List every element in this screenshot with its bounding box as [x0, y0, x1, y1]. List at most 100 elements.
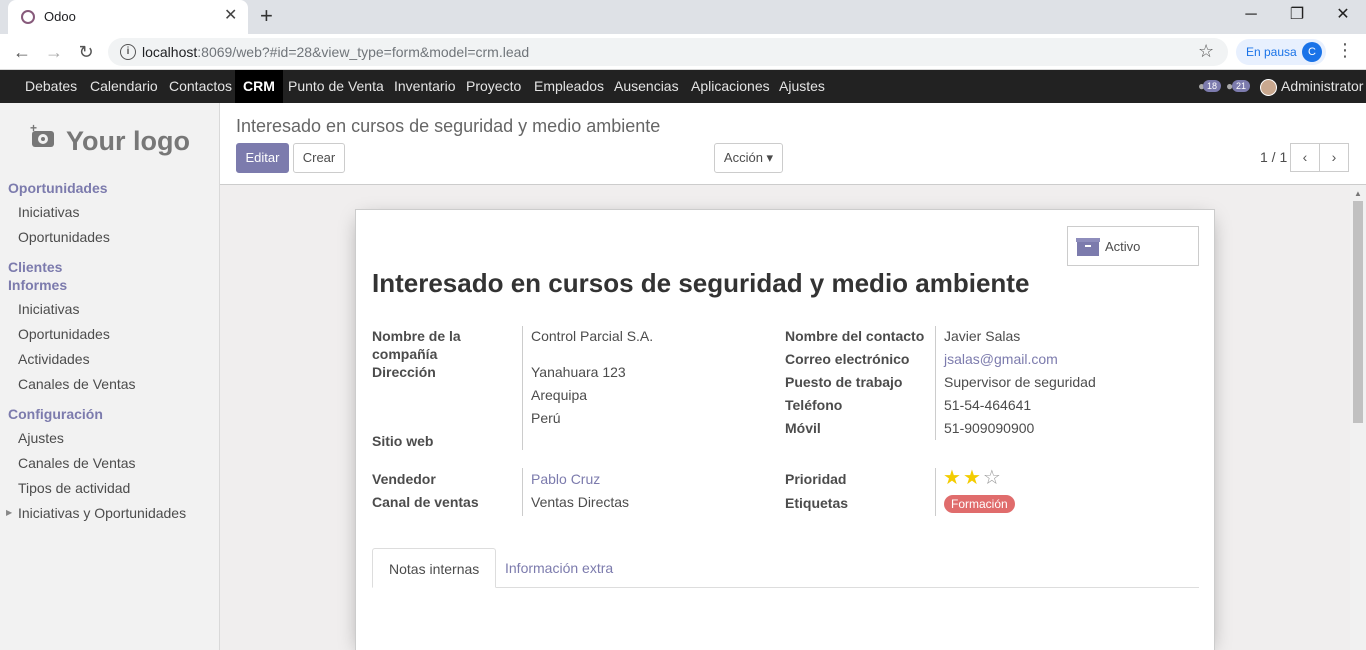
menu-empleados[interactable]: Empleados	[526, 70, 612, 103]
label-address: Dirección	[372, 364, 436, 380]
back-icon[interactable]: ←	[10, 40, 34, 64]
menu-contactos[interactable]: Contactos	[161, 70, 240, 103]
scroll-thumb[interactable]	[1353, 201, 1363, 423]
control-panel: Interesado en cursos de seguridad y medi…	[220, 103, 1366, 185]
odoo-favicon-icon	[21, 10, 35, 24]
star-filled-icon[interactable]: ★	[963, 467, 981, 489]
menu-aplicaciones[interactable]: Aplicaciones	[683, 70, 778, 103]
menu-ausencias[interactable]: Ausencias	[606, 70, 687, 103]
forward-icon[interactable]: →	[42, 40, 66, 64]
scroll-up-icon[interactable]: ▲	[1354, 189, 1362, 198]
main-menu: Debates Calendario Contactos CRM Punto d…	[0, 70, 1366, 103]
close-window-icon[interactable]: ✕	[1320, 4, 1366, 26]
sidebar-item-actividades[interactable]: Actividades	[18, 351, 90, 367]
menu-proyecto[interactable]: Proyecto	[458, 70, 529, 103]
form-sheet: Activo Interesado en cursos de seguridad…	[355, 209, 1215, 650]
vertical-scrollbar[interactable]: ▲	[1350, 185, 1366, 650]
street-value: Yanahuara 123	[531, 364, 626, 380]
label-company-line2: compañía	[372, 346, 438, 362]
salesperson-link[interactable]: Pablo Cruz	[531, 470, 600, 488]
label-sales-channel: Canal de ventas	[372, 494, 479, 510]
email-link[interactable]: jsalas@gmail.com	[944, 350, 1058, 368]
sidebar-item-canales-de-ventas[interactable]: Canales de Ventas	[18, 376, 136, 392]
sidebar-item-informes-oportunidades[interactable]: Oportunidades	[18, 326, 110, 342]
sidebar-section-clientes[interactable]: Clientes	[8, 259, 62, 275]
lead-title: Interesado en cursos de seguridad y medi…	[372, 268, 1030, 298]
archive-toggle-button[interactable]: Activo	[1067, 226, 1199, 266]
menu-calendario[interactable]: Calendario	[82, 70, 166, 103]
pager-next-icon[interactable]: ›	[1319, 143, 1349, 172]
sidebar-item-ajustes[interactable]: Ajustes	[18, 430, 64, 446]
action-dropdown[interactable]: Acción ▾	[714, 143, 783, 173]
field-divider	[522, 326, 523, 450]
label-company-line1: Nombre de la	[372, 328, 461, 344]
phone-value: 51-54-464641	[944, 397, 1032, 413]
close-tab-icon[interactable]: ✕	[224, 7, 237, 25]
label-tags: Etiquetas	[785, 495, 849, 511]
field-divider	[522, 468, 523, 516]
sidebar-item-iniciativas-y-oportunidades[interactable]: Iniciativas y Oportunidades	[18, 505, 186, 521]
priority-stars[interactable]: ★ ★ ☆	[943, 468, 1003, 488]
star-filled-icon[interactable]: ★	[943, 467, 961, 489]
label-salesperson: Vendedor	[372, 471, 436, 487]
sidebar-item-config-canales-de-ventas[interactable]: Canales de Ventas	[18, 455, 136, 471]
sidebar-item-informes-iniciativas[interactable]: Iniciativas	[18, 301, 79, 317]
tab-informacion-extra[interactable]: Información extra	[489, 548, 629, 588]
star-empty-icon[interactable]: ☆	[983, 467, 1001, 489]
label-contact-name: Nombre del contacto	[785, 328, 925, 344]
reload-icon[interactable]: ↻	[74, 40, 98, 64]
activity-count-badge: 18	[1203, 80, 1222, 92]
create-button[interactable]: Crear	[293, 143, 345, 173]
activity-notifications[interactable]: ● 18	[1198, 79, 1222, 95]
field-divider	[935, 468, 936, 516]
browser-tabbar: Odoo ✕ + ─ ❐ ✕	[0, 0, 1366, 34]
logo-text: Your logo	[66, 126, 190, 156]
menu-crm[interactable]: CRM	[235, 70, 283, 103]
bookmark-star-icon[interactable]: ☆	[1198, 41, 1214, 62]
menu-debates[interactable]: Debates	[17, 70, 85, 103]
address-bar[interactable]: i localhost:8069/web?#id=28&view_type=fo…	[108, 38, 1228, 66]
sales-channel-value: Ventas Directas	[531, 494, 630, 510]
sidebar-item-iniciativas[interactable]: Iniciativas	[18, 204, 79, 220]
sidebar-item-tipos-de-actividad[interactable]: Tipos de actividad	[18, 480, 130, 496]
menu-punto-de-venta[interactable]: Punto de Venta	[280, 70, 392, 103]
archive-label: Activo	[1105, 239, 1141, 254]
tab-title: Odoo	[44, 9, 76, 24]
user-avatar[interactable]	[1260, 79, 1277, 96]
company-value: Control Parcial S.A.	[531, 328, 654, 344]
sidebar-item-oportunidades[interactable]: Oportunidades	[18, 229, 110, 245]
menu-inventario[interactable]: Inventario	[386, 70, 463, 103]
browser-menu-icon[interactable]: ⋮	[1336, 40, 1354, 61]
messaging-notifications[interactable]: ● 21	[1226, 79, 1251, 95]
label-website: Sitio web	[372, 433, 434, 449]
label-priority: Prioridad	[785, 471, 847, 487]
url-text: localhost:8069/web?#id=28&view_type=form…	[142, 44, 530, 60]
breadcrumb: Interesado en cursos de seguridad y medi…	[236, 116, 661, 136]
sidebar-section-configuracion: Configuración	[8, 406, 103, 422]
site-info-icon[interactable]: i	[120, 44, 136, 60]
tab-notas-internas[interactable]: Notas internas	[372, 548, 497, 588]
profile-button[interactable]: En pausa C	[1236, 39, 1326, 65]
new-tab-icon[interactable]: +	[260, 4, 273, 28]
profile-avatar: C	[1302, 42, 1322, 62]
country-value: Perú	[531, 410, 561, 426]
tag-badge[interactable]: Formación	[944, 495, 1015, 513]
label-email: Correo electrónico	[785, 351, 910, 367]
city-value: Arequipa	[531, 387, 588, 403]
expand-caret-icon[interactable]: ▶	[6, 508, 12, 517]
field-divider	[935, 326, 936, 440]
minimize-icon[interactable]: ─	[1228, 4, 1274, 26]
browser-tab[interactable]: Odoo ✕	[8, 0, 248, 34]
camera-icon	[32, 131, 54, 147]
user-menu[interactable]: Administrator	[1281, 70, 1363, 103]
menu-ajustes[interactable]: Ajustes	[771, 70, 833, 103]
restore-icon[interactable]: ❐	[1274, 4, 1320, 26]
sidebar: + Your logo Oportunidades Iniciativas Op…	[0, 103, 220, 650]
pager-value[interactable]: 1 / 1	[1260, 149, 1287, 165]
pager-previous-icon[interactable]: ‹	[1290, 143, 1320, 172]
mobile-value: 51-909090900	[944, 420, 1035, 436]
browser-toolbar: ← → ↻ i localhost:8069/web?#id=28&view_t…	[0, 34, 1366, 70]
sidebar-section-informes: Informes	[8, 277, 68, 293]
edit-button[interactable]: Editar	[236, 143, 289, 173]
job-value: Supervisor de seguridad	[944, 374, 1096, 390]
